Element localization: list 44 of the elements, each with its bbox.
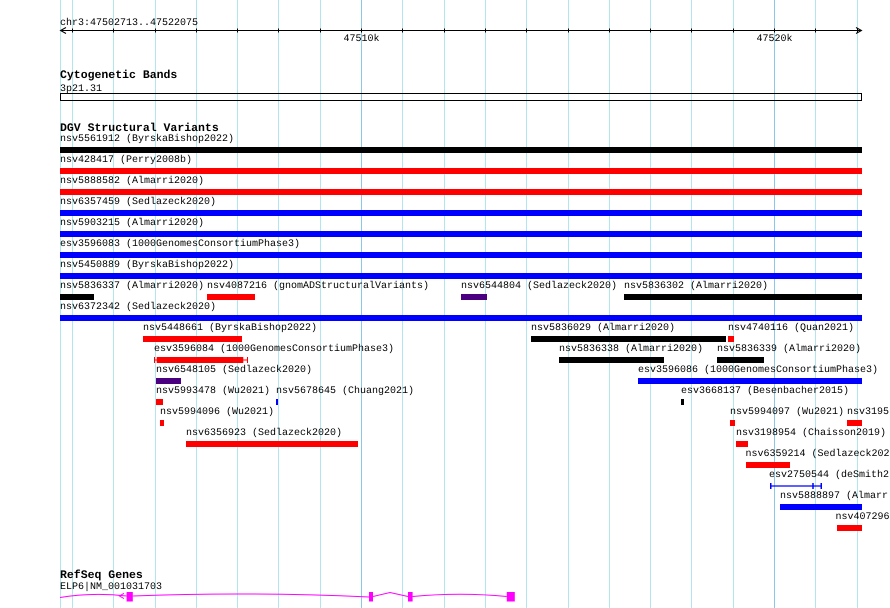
band-label: 3p21.31 xyxy=(60,84,102,94)
variant-label: nsv5561912 (ByrskaBishop2022) xyxy=(60,134,234,146)
variant-label: nsv5994096 (Wu2021) xyxy=(160,407,274,419)
variant-bar[interactable] xyxy=(154,357,248,363)
variant-label: nsv5888897 (Almarr xyxy=(780,491,888,503)
variant-label: nsv5448661 (ByrskaBishop2022) xyxy=(143,323,318,335)
variant-label: nsv5836029 (Almarri2020) xyxy=(531,323,676,335)
variant-label: nsv5888582 (Almarri2020) xyxy=(60,176,204,188)
track-title: RefSeq Genes xyxy=(60,569,143,582)
variant-label: nsv5836339 (Almarri2020) xyxy=(717,344,862,356)
gene-structure-drawing[interactable] xyxy=(60,592,515,602)
variant-label: esv3668137 (Besenbacher2015) xyxy=(681,386,850,398)
variant-label: nsv4087216 (gnomADStructuralVariants) xyxy=(207,281,430,293)
variant-bar[interactable] xyxy=(770,483,822,489)
track-title: Cytogenetic Bands xyxy=(60,68,178,82)
variant-label: nsv407296 xyxy=(836,512,890,524)
variant-label: nsv5678645 (Chuang2021) xyxy=(276,386,414,398)
track-title: DGV Structural Variants xyxy=(60,122,219,135)
variant-label: esv3596086 (1000GenomesConsortiumPhase3) xyxy=(638,365,878,377)
variant-label: nsv6548105 (Sedlazeck2020) xyxy=(156,365,312,377)
variant-label: nsv3195 xyxy=(847,407,890,419)
variant-label: nsv3198954 (Chaisson2019) xyxy=(736,428,886,440)
variant-label: nsv5450889 (ByrskaBishop2022) xyxy=(60,260,234,272)
cytoband-bar[interactable] xyxy=(60,92,862,100)
variant-label: esv3596084 (1000GenomesConsortiumPhase3) xyxy=(154,344,394,356)
variant-label: esv2750544 (deSmith2 xyxy=(769,470,890,482)
variant-label: nsv4740116 (Quan2021) xyxy=(728,323,854,335)
variant-label: nsv6359214 (Sedlazeck202 xyxy=(746,449,890,461)
variant-label: nsv5903215 (Almarri2020) xyxy=(60,218,204,230)
variant-label: nsv5993478 (Wu2021) xyxy=(156,386,270,398)
variant-label: nsv6356923 (Sedlazeck2020) xyxy=(186,428,342,440)
gene-label: ELP6|NM_001031703 xyxy=(60,582,162,593)
variant-label: nsv6372342 (Sedlazeck2020) xyxy=(60,302,216,314)
variant-label: esv3596083 (1000GenomesConsortiumPhase3) xyxy=(60,239,300,251)
ruler-tick-label: 47510k xyxy=(344,34,380,46)
variant-label: nsv6544804 (Sedlazeck2020) xyxy=(461,281,618,293)
variant-label: nsv5836338 (Almarri2020) xyxy=(559,344,704,356)
ruler-range-label: chr3:47502713..47522075 xyxy=(60,18,198,29)
variant-label: nsv428417 (Perry2008b) xyxy=(60,155,192,167)
variant-label: nsv6357459 (Sedlazeck2020) xyxy=(60,197,216,209)
variant-label: nsv5836302 (Almarri2020) xyxy=(624,281,768,293)
ruler-tick-label: 47520k xyxy=(756,34,792,46)
variant-label: nsv5994097 (Wu2021) xyxy=(730,407,844,419)
variant-label: nsv5836337 (Almarri2020) xyxy=(60,281,204,293)
